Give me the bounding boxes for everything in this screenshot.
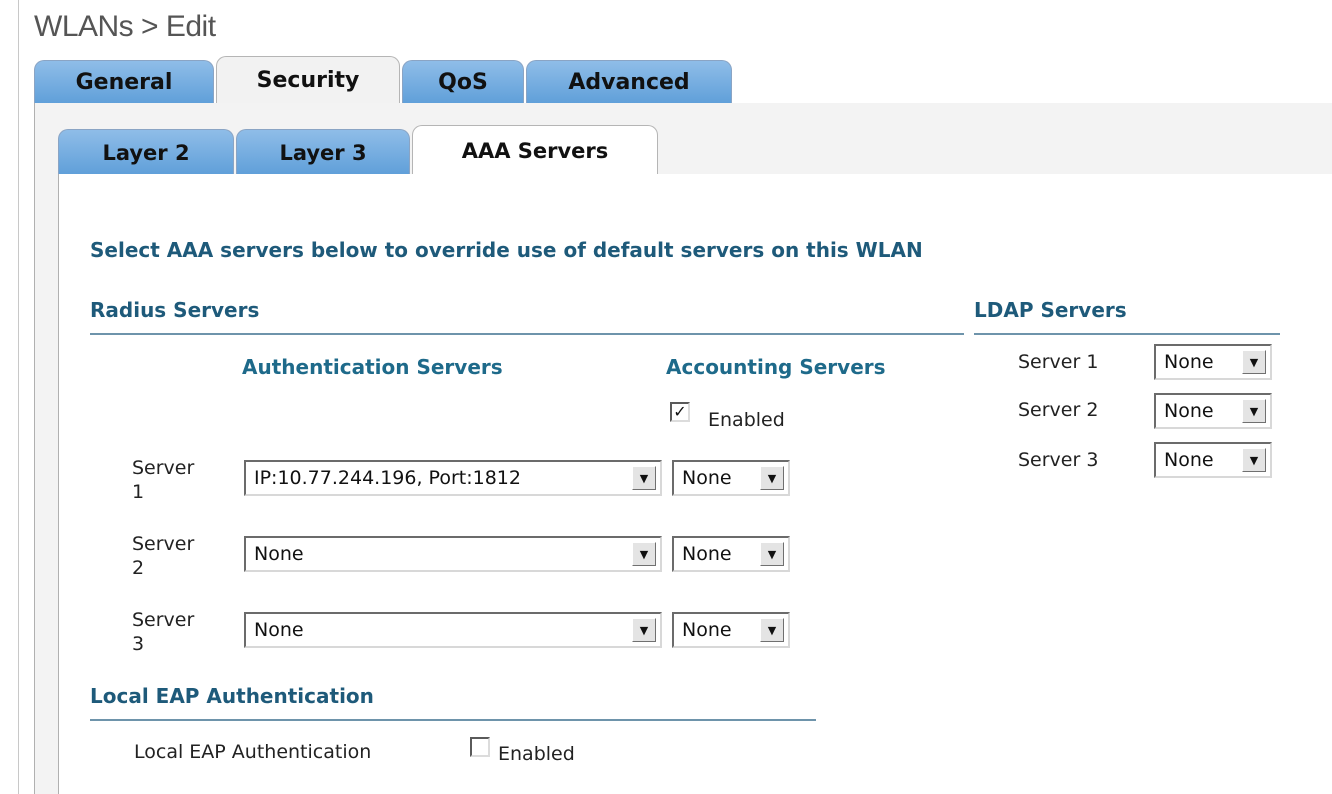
- ldap-server-1-select[interactable]: None ▼: [1154, 344, 1272, 380]
- local-eap-label: Local EAP Authentication: [134, 741, 372, 763]
- radius-server-3-label: Server 3: [132, 608, 194, 656]
- acct-server-1-select[interactable]: None ▼: [672, 460, 790, 496]
- radius-server-1-label-num: 1: [132, 481, 145, 503]
- acct-server-3-value: None: [682, 619, 732, 641]
- chevron-down-icon[interactable]: ▼: [632, 466, 656, 490]
- accounting-enabled-checkbox[interactable]: ✓: [670, 402, 690, 422]
- auth-server-1-select[interactable]: IP:10.77.244.196, Port:1812 ▼: [244, 460, 662, 496]
- radius-servers-heading: Radius Servers: [90, 298, 260, 322]
- acct-server-2-value: None: [682, 543, 732, 565]
- ldap-server-1-label: Server 1: [1018, 351, 1099, 373]
- radius-server-2-label-word: Server: [132, 533, 195, 555]
- ldap-server-2-select[interactable]: None ▼: [1154, 393, 1272, 429]
- accounting-servers-header: Accounting Servers: [666, 355, 886, 379]
- ldap-server-3-value: None: [1164, 449, 1214, 471]
- local-eap-section-rule: [90, 719, 816, 721]
- authentication-servers-header: Authentication Servers: [242, 355, 503, 379]
- chevron-down-icon[interactable]: ▼: [760, 618, 784, 642]
- chevron-down-icon[interactable]: ▼: [632, 542, 656, 566]
- tab-general[interactable]: General: [34, 60, 214, 104]
- radius-server-3-label-word: Server: [132, 609, 195, 631]
- radius-server-3-label-num: 3: [132, 633, 145, 655]
- page-left-border: [18, 0, 19, 794]
- acct-server-3-select[interactable]: None ▼: [672, 612, 790, 648]
- accounting-enabled-label: Enabled: [708, 409, 785, 431]
- tab-security[interactable]: Security: [216, 56, 400, 104]
- ldap-server-2-value: None: [1164, 400, 1214, 422]
- chevron-down-icon[interactable]: ▼: [760, 466, 784, 490]
- tab-layer-2[interactable]: Layer 2: [58, 129, 234, 175]
- ldap-section-rule: [974, 333, 1280, 335]
- security-sub-tab-bar: Layer 2 Layer 3 AAA Servers: [58, 125, 1332, 175]
- radius-server-1-label: Server 1: [132, 456, 194, 504]
- tab-qos[interactable]: QoS: [402, 60, 524, 104]
- radius-server-2-label-num: 2: [132, 557, 145, 579]
- local-eap-heading: Local EAP Authentication: [90, 684, 374, 708]
- ldap-servers-heading: LDAP Servers: [974, 298, 1127, 322]
- aaa-instruction: Select AAA servers below to override use…: [90, 238, 923, 262]
- tab-layer-3[interactable]: Layer 3: [236, 129, 410, 175]
- tab-advanced[interactable]: Advanced: [526, 60, 732, 104]
- acct-server-1-value: None: [682, 467, 732, 489]
- auth-server-3-select[interactable]: None ▼: [244, 612, 662, 648]
- radius-server-2-label: Server 2: [132, 532, 194, 580]
- radius-section-rule: [90, 333, 964, 335]
- chevron-down-icon[interactable]: ▼: [1242, 350, 1266, 374]
- local-eap-enabled-checkbox[interactable]: [470, 737, 490, 757]
- auth-server-2-select[interactable]: None ▼: [244, 536, 662, 572]
- page-title: WLANs > Edit: [34, 10, 216, 43]
- chevron-down-icon[interactable]: ▼: [760, 542, 784, 566]
- chevron-down-icon[interactable]: ▼: [632, 618, 656, 642]
- auth-server-2-value: None: [254, 543, 304, 565]
- local-eap-enabled-label: Enabled: [498, 743, 575, 765]
- radius-server-1-label-word: Server: [132, 457, 195, 479]
- acct-server-2-select[interactable]: None ▼: [672, 536, 790, 572]
- auth-server-1-value: IP:10.77.244.196, Port:1812: [254, 467, 521, 489]
- chevron-down-icon[interactable]: ▼: [1242, 448, 1266, 472]
- chevron-down-icon[interactable]: ▼: [1242, 399, 1266, 423]
- main-tab-bar: General Security QoS Advanced: [34, 56, 1332, 104]
- tab-aaa-servers[interactable]: AAA Servers: [412, 125, 658, 175]
- ldap-server-2-label: Server 2: [1018, 399, 1099, 421]
- ldap-server-1-value: None: [1164, 351, 1214, 373]
- ldap-server-3-label: Server 3: [1018, 449, 1099, 471]
- ldap-server-3-select[interactable]: None ▼: [1154, 442, 1272, 478]
- auth-server-3-value: None: [254, 619, 304, 641]
